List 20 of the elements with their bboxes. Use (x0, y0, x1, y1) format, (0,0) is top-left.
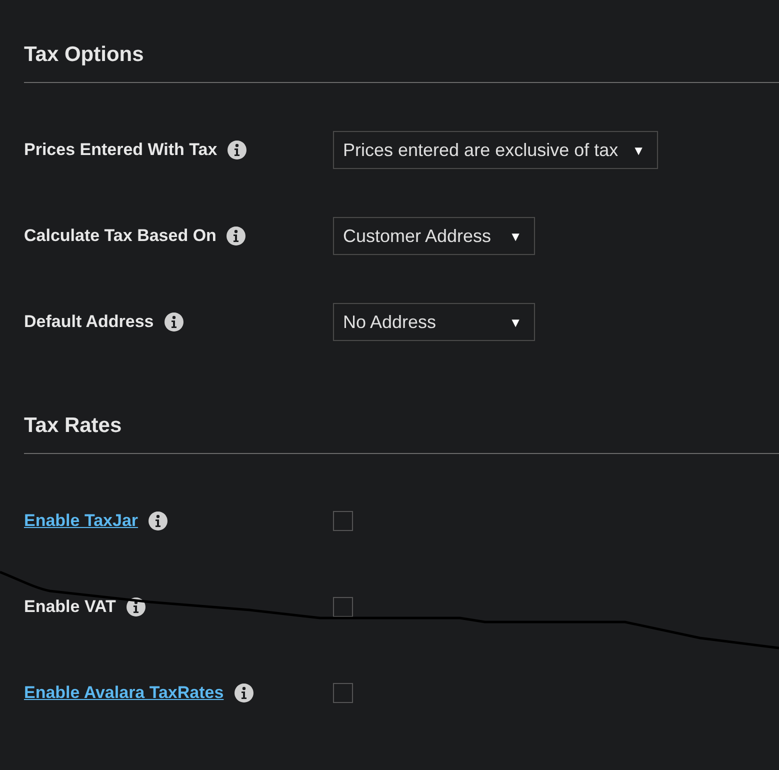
info-icon (148, 511, 168, 531)
checkbox[interactable] (333, 511, 353, 531)
section-title: Tax Rates (24, 411, 779, 454)
dropdown[interactable]: No Address ▼ (333, 303, 535, 341)
info-icon (227, 140, 248, 160)
info-icon (126, 597, 146, 617)
setting-label: Default Address (24, 312, 154, 332)
info-icon (164, 312, 184, 332)
setting-link[interactable]: Enable Avalara TaxRates (24, 683, 224, 703)
setting-link[interactable]: Enable TaxJar (24, 511, 138, 531)
dropdown[interactable]: Prices entered are exclusive of tax ▼ (333, 131, 658, 169)
setting-label: Enable VAT (24, 597, 116, 617)
checkbox[interactable] (333, 683, 353, 703)
dropdown[interactable]: Customer Address ▼ (333, 217, 535, 255)
info-icon (234, 683, 254, 703)
section-title: Tax Options (24, 40, 779, 83)
setting-label: Calculate Tax Based On (24, 226, 216, 246)
setting-label: Prices Entered With Tax (24, 140, 218, 160)
info-icon (226, 226, 246, 246)
checkbox[interactable] (333, 597, 353, 617)
